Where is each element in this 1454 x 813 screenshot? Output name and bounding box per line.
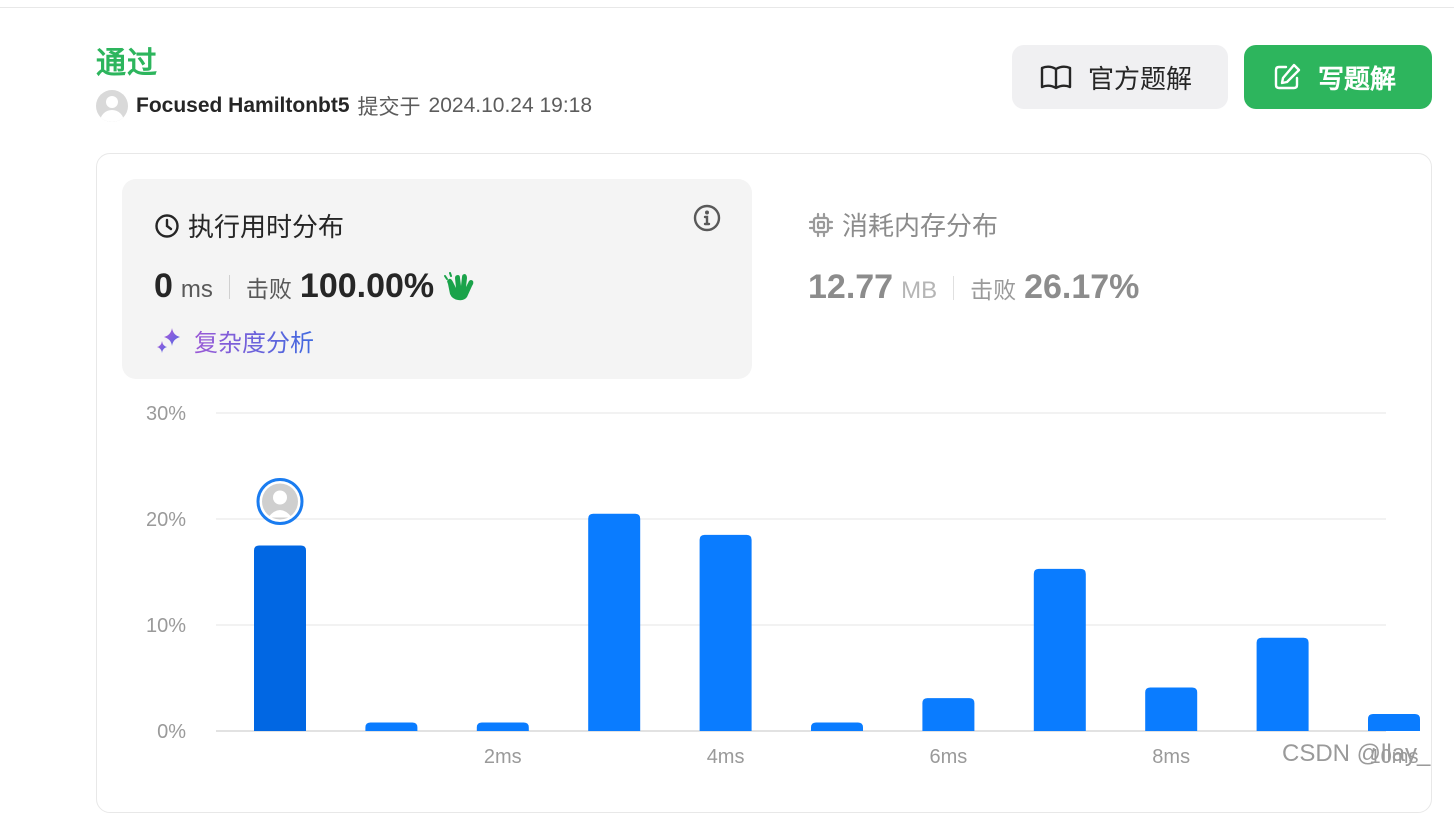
clapping-hands-icon [444, 271, 474, 300]
bar-2ms[interactable] [476, 722, 529, 731]
submit-label: 提交于 [357, 96, 421, 119]
bar-4ms[interactable] [699, 534, 752, 731]
bar-6ms[interactable] [922, 698, 975, 731]
y-tick-label: 10% [146, 615, 186, 637]
official-solution-button[interactable]: 官方题解 [1012, 45, 1228, 109]
bar-9ms[interactable] [1256, 637, 1309, 731]
sparkle-icon [157, 327, 180, 353]
edit-icon [1274, 63, 1301, 90]
memory-metrics: 12.77 MB 击败 26.17% [808, 268, 1139, 307]
memory-unit: MB [901, 277, 938, 304]
bar-10ms[interactable] [1368, 714, 1420, 731]
metric-separator [953, 275, 955, 300]
runtime-metrics: 0 ms 击败 100.00% [154, 267, 476, 306]
username-link[interactable]: Focused Hamiltonbt5 [136, 94, 350, 118]
runtime-unit: ms [180, 276, 213, 303]
runtime-title: 执行用时分布 [154, 207, 344, 244]
runtime-title-text: 执行用时分布 [188, 212, 345, 242]
bar-5ms[interactable] [811, 722, 863, 731]
x-tick-label: 4ms [707, 746, 745, 768]
memory-tab[interactable]: 消耗内存分布 [808, 206, 998, 243]
book-open-icon [1040, 65, 1072, 90]
write-solution-label: 写题解 [1318, 63, 1397, 94]
write-solution-button[interactable]: 写题解 [1244, 45, 1432, 109]
x-tick-label: 6ms [930, 746, 968, 768]
bar-3ms[interactable] [588, 513, 641, 731]
memory-beat-percent: 26.17% [1024, 268, 1140, 306]
runtime-beat-percent: 100.00% [299, 267, 435, 305]
bar-0ms[interactable] [254, 545, 306, 732]
submission-status: 通过 [96, 47, 158, 80]
runtime-panel[interactable]: 执行用时分布 0 ms 击败 100.00% 复杂度分析 [122, 179, 752, 379]
bar-8ms[interactable] [1145, 687, 1198, 731]
clock-icon [155, 213, 179, 238]
memory-title-text: 消耗内存分布 [842, 211, 999, 241]
x-tick-label: 2ms [484, 746, 522, 768]
complexity-analysis-link[interactable]: 复杂度分析 [154, 323, 314, 358]
bar-7ms[interactable] [1033, 568, 1086, 731]
memory-value: 12.77 [808, 268, 894, 306]
runtime-beat-label: 击败 [245, 276, 292, 302]
runtime-distribution-chart[interactable]: 0%10%20%30%2ms 4ms 6ms 8ms 10ms [120, 395, 1420, 781]
x-tick-label: 8ms [1152, 746, 1190, 768]
runtime-value: 0 [154, 267, 173, 305]
info-icon[interactable] [692, 203, 722, 233]
bar-1ms[interactable] [365, 722, 418, 731]
top-divider [0, 7, 1454, 8]
submit-time: 2024.10.24 19:18 [428, 94, 593, 117]
y-tick-label: 30% [146, 403, 186, 425]
y-tick-label: 20% [146, 509, 186, 531]
metric-separator [228, 274, 230, 299]
y-tick-label: 0% [157, 721, 186, 743]
memory-beat-label: 击败 [970, 277, 1017, 303]
your-submission-avatar-marker [256, 478, 304, 525]
user-avatar[interactable] [96, 90, 128, 122]
chip-icon [808, 212, 834, 237]
complexity-analysis-label: 复杂度分析 [194, 323, 314, 358]
official-solution-label: 官方题解 [1088, 63, 1193, 94]
watermark: CSDN @llay_ [1282, 740, 1431, 767]
submission-info: Focused Hamiltonbt5 提交于 2024.10.24 19:18 [96, 89, 592, 123]
